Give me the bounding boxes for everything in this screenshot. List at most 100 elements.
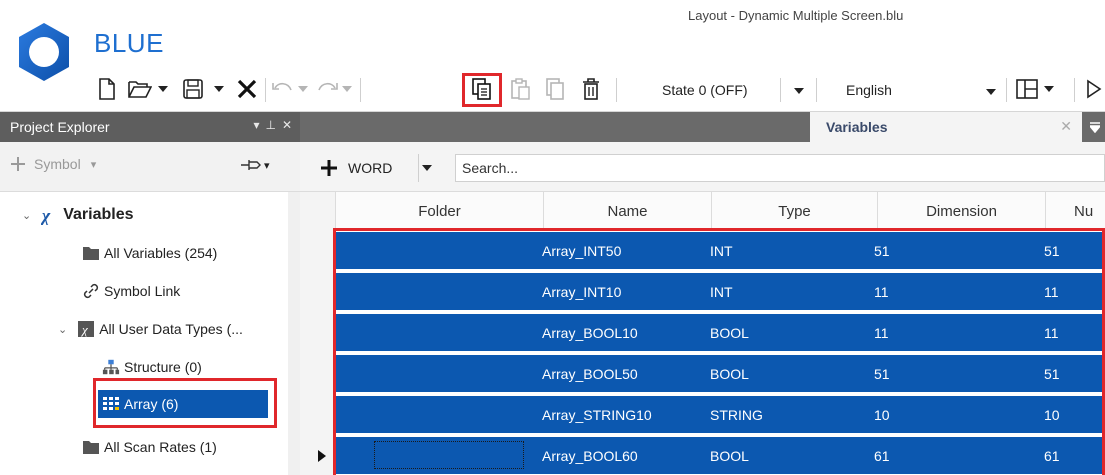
svg-text:χ: χ: [80, 322, 88, 337]
tree-item-variables[interactable]: ⌄ χ Variables: [22, 202, 134, 228]
column-header-type[interactable]: Type: [712, 192, 878, 230]
column-header-name[interactable]: Name: [544, 192, 712, 230]
tree-item-structure[interactable]: Structure (0): [102, 354, 202, 380]
tab-list-button[interactable]: [1085, 112, 1105, 142]
trash-icon: [583, 78, 599, 100]
delete-button[interactable]: [578, 74, 604, 104]
column-header-label: Dimension: [926, 202, 997, 220]
chevron-down-icon: [298, 86, 308, 92]
chevron-down-icon[interactable]: ⌄: [58, 323, 67, 336]
array-highlight-box: [93, 378, 277, 428]
toolbar-separator: [360, 78, 361, 102]
duplicate-icon: [546, 78, 564, 100]
tree-item-label: All Scan Rates (1): [104, 439, 217, 455]
tree-scrollbar[interactable]: [288, 192, 300, 475]
tree-item-symbol-link[interactable]: Symbol Link: [82, 278, 180, 304]
open-button[interactable]: [126, 74, 154, 104]
search-placeholder: Search...: [462, 160, 519, 176]
tree-item-label: Structure (0): [124, 359, 202, 375]
chevron-down-icon: ▾: [90, 158, 97, 171]
close-tab-icon[interactable]: ✕: [1060, 118, 1072, 135]
rows-highlight-box: [333, 228, 1105, 475]
variables-grid: Folder Name Type Dimension Nu Array_INT5…: [300, 192, 1105, 475]
tree-item-label: Symbol Link: [104, 283, 181, 299]
redo-dropdown-caret[interactable]: [340, 80, 354, 98]
chevron-down-icon: [214, 86, 224, 92]
column-header-number[interactable]: Nu: [1046, 192, 1105, 230]
save-icon: [183, 79, 203, 99]
close-icon: [237, 79, 257, 99]
undo-icon: [272, 82, 292, 91]
plus-icon: [11, 157, 25, 171]
state-combo[interactable]: State 0 (OFF): [662, 76, 774, 104]
layout-dropdown-caret[interactable]: [1042, 80, 1056, 98]
pin-icon[interactable]: ⊥: [265, 118, 275, 132]
tab-variables[interactable]: Variables ✕: [810, 112, 1082, 142]
blue-logo-icon: [14, 20, 74, 84]
run-button[interactable]: [1084, 74, 1104, 104]
document-tab-strip: Variables ✕: [300, 112, 1105, 142]
project-explorer-title: Project Explorer: [10, 119, 110, 135]
column-header-folder[interactable]: Folder: [336, 192, 544, 230]
redo-icon: [318, 82, 338, 91]
plus-icon: [321, 160, 337, 176]
column-header-label: Nu: [1074, 202, 1094, 220]
udt-icon: χ: [77, 320, 95, 338]
variables-toolbar: WORD Search...: [300, 142, 1105, 192]
column-header-label: Name: [607, 202, 648, 220]
variables-icon: χ: [41, 205, 59, 225]
copy-highlight-box: [462, 73, 502, 107]
toolbar-separator: [1074, 78, 1075, 102]
app-name: BLUE: [94, 28, 164, 58]
undo-button[interactable]: [270, 74, 296, 104]
chevron-down-icon: [158, 86, 168, 92]
svg-text:χ: χ: [41, 205, 51, 225]
add-symbol-button[interactable]: Symbol ▾: [10, 156, 96, 172]
chevron-down-icon: [794, 88, 804, 94]
column-header-label: Folder: [418, 202, 461, 220]
language-combo[interactable]: English: [846, 76, 996, 104]
add-variable-button[interactable]: WORD: [320, 154, 392, 182]
column-header-label: Type: [778, 202, 811, 220]
state-dropdown-caret[interactable]: [792, 82, 806, 100]
open-folder-icon: [128, 81, 152, 98]
play-icon: [1087, 79, 1102, 99]
paste-button[interactable]: [508, 74, 534, 104]
grid-column-headers: Folder Name Type Dimension Nu: [336, 192, 1105, 230]
tree-item-all-scan-rates[interactable]: All Scan Rates (1): [82, 434, 217, 460]
pin-filter-button[interactable]: ▾: [240, 158, 270, 172]
tree-item-all-user-data-types[interactable]: ⌄ χ All User Data Types (...: [58, 316, 243, 342]
pin-icon: [241, 160, 261, 170]
column-header-dimension[interactable]: Dimension: [878, 192, 1046, 230]
folder-icon: [82, 438, 100, 456]
panel-options-icon[interactable]: ▾: [253, 118, 259, 132]
redo-button[interactable]: [314, 74, 340, 104]
layout-button[interactable]: [1014, 74, 1040, 104]
chevron-down-icon: [1044, 86, 1054, 92]
tree-item-label: All User Data Types (...: [99, 321, 243, 337]
chevron-down-icon[interactable]: ⌄: [22, 209, 31, 222]
save-dropdown-caret[interactable]: [212, 80, 226, 98]
chevron-down-icon: [342, 86, 352, 92]
undo-dropdown-caret[interactable]: [296, 80, 310, 98]
duplicate-button[interactable]: [542, 74, 568, 104]
tree-item-label: Variables: [63, 206, 134, 223]
paste-icon: [511, 78, 530, 100]
add-symbol-label: Symbol: [34, 156, 81, 172]
window-title: Layout - Dynamic Multiple Screen.blu: [688, 8, 904, 23]
toolbar-separator: [780, 78, 781, 102]
row-header-column: [300, 192, 336, 475]
chevron-down-icon: [986, 82, 996, 98]
close-project-button[interactable]: [234, 74, 260, 104]
tree-item-all-variables[interactable]: All Variables (254): [82, 240, 217, 266]
open-dropdown-caret[interactable]: [156, 80, 170, 98]
close-panel-icon[interactable]: ✕: [282, 118, 292, 132]
search-input[interactable]: Search...: [455, 154, 1105, 182]
add-type-dropdown[interactable]: [418, 154, 434, 182]
toolbar-separator: [1006, 78, 1007, 102]
link-icon: [82, 282, 100, 300]
new-file-button[interactable]: [94, 74, 120, 104]
save-button[interactable]: [180, 74, 206, 104]
chevron-down-icon: ▾: [264, 159, 270, 172]
layout-panels-icon: [1016, 79, 1038, 99]
